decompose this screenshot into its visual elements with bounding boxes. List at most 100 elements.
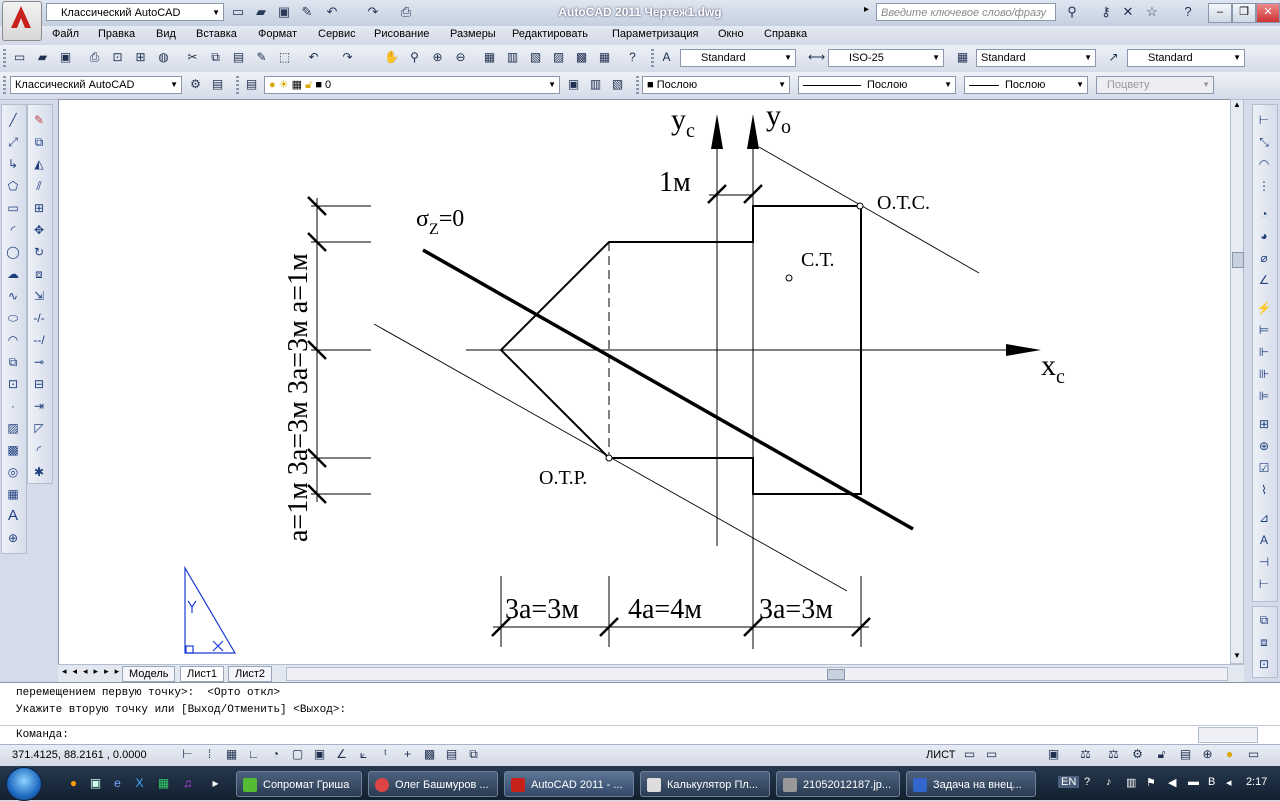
- design-center-icon[interactable]: ▥: [505, 50, 520, 65]
- angular-dimension-icon[interactable]: ∠: [1256, 272, 1272, 288]
- calculator-icon[interactable]: ▦: [156, 776, 171, 791]
- toolbar-grip[interactable]: [236, 76, 239, 95]
- line-icon[interactable]: ╱: [5, 112, 21, 128]
- area-icon[interactable]: ⧈: [1256, 634, 1272, 650]
- gradient-icon[interactable]: ▩: [5, 442, 21, 458]
- menu-view[interactable]: Вид: [156, 28, 176, 40]
- ortho-mode-icon[interactable]: ∟: [246, 747, 261, 762]
- tab-model[interactable]: Модель: [122, 666, 176, 682]
- communication-icon[interactable]: ✕: [1120, 4, 1136, 20]
- baseline-dimension-icon[interactable]: ⊨: [1256, 322, 1272, 338]
- center-mark-icon[interactable]: ⊕: [1256, 438, 1272, 454]
- hatch-icon[interactable]: ▨: [5, 420, 21, 436]
- help-search-input[interactable]: Введите ключевое слово/фразу: [876, 3, 1056, 21]
- multiline-text-icon[interactable]: A: [5, 508, 21, 524]
- properties-icon[interactable]: ▦: [482, 50, 497, 65]
- explorer-icon[interactable]: ▣: [88, 776, 103, 791]
- markup-icon[interactable]: ▩: [574, 50, 589, 65]
- tab-navigation-arrows[interactable]: ◂◂◂▸▸▸: [62, 666, 125, 677]
- binoculars-icon[interactable]: ⚲: [1064, 4, 1080, 20]
- jogged-linear-icon[interactable]: ⌇: [1256, 482, 1272, 498]
- scroll-down-icon[interactable]: ▼: [1231, 651, 1243, 663]
- layer-manager-icon[interactable]: ▤: [244, 77, 259, 92]
- join-icon[interactable]: ⇥: [31, 398, 47, 414]
- toolbar-grip[interactable]: [651, 49, 654, 68]
- drawing-canvas[interactable]: σZ=0 yc yo xc 1м О.Т.С. С.Т. О.Т.Р. a=1м…: [58, 99, 1232, 666]
- infer-constraints-icon[interactable]: ⊢: [180, 747, 195, 762]
- plot-preview-icon[interactable]: ⊡: [110, 50, 125, 65]
- application-menu-button[interactable]: [2, 1, 42, 41]
- layer-select[interactable]: ● ☀ ▦ 🔓︎ ■ 0 ▼: [264, 76, 560, 94]
- open-file-icon[interactable]: ▰: [253, 4, 269, 20]
- break-at-point-icon[interactable]: ⊸: [31, 354, 47, 370]
- dimension-edit-icon[interactable]: ⊿: [1256, 510, 1272, 526]
- lock-ui-icon[interactable]: 🔓︎: [1154, 747, 1169, 762]
- grid-display-icon[interactable]: ▦: [224, 747, 239, 762]
- start-button[interactable]: [6, 767, 42, 801]
- new-icon[interactable]: ▭: [12, 50, 27, 65]
- object-snap-tracking-icon[interactable]: ∠: [334, 747, 349, 762]
- undo-icon[interactable]: ↶: [324, 4, 340, 20]
- dimension-style-icon[interactable]: ⊢: [1256, 576, 1272, 592]
- menu-format[interactable]: Формат: [258, 28, 297, 40]
- quick-dimension-icon[interactable]: ⚡: [1256, 300, 1272, 316]
- zoom-previous-icon[interactable]: ⊖: [453, 50, 468, 65]
- jogged-dimension-icon[interactable]: ◕: [1256, 228, 1272, 244]
- isolate-objects-icon[interactable]: ⊕: [1200, 747, 1215, 762]
- help-icon[interactable]: ?: [1180, 4, 1196, 20]
- dimension-break-icon[interactable]: ⊫: [1256, 388, 1272, 404]
- make-layer-current-icon[interactable]: ▣: [566, 77, 581, 92]
- horizontal-scrollbar[interactable]: [286, 667, 1228, 681]
- star-icon[interactable]: ☆: [1144, 4, 1160, 20]
- copy-object-icon[interactable]: ⧉: [31, 134, 47, 150]
- 3d-dwf-icon[interactable]: ◍: [156, 50, 171, 65]
- task-item-6[interactable]: Задача на внец...: [906, 771, 1036, 797]
- redo-icon[interactable]: ↷: [365, 4, 381, 20]
- dimension-update-icon[interactable]: ⊣: [1256, 554, 1272, 570]
- continue-dimension-icon[interactable]: ⊩: [1256, 344, 1272, 360]
- menu-edit[interactable]: Правка: [98, 28, 135, 40]
- clock[interactable]: 2:17: [1246, 776, 1267, 788]
- redo-icon[interactable]: ↷: [340, 50, 355, 65]
- toolbar-grip[interactable]: [3, 76, 6, 95]
- chevron-right-icon[interactable]: ▸: [864, 4, 874, 15]
- sheet-set-icon[interactable]: ▨: [551, 50, 566, 65]
- ellipse-arc-icon[interactable]: ◠: [5, 332, 21, 348]
- cut-icon[interactable]: ✂: [185, 50, 200, 65]
- layout-indicator[interactable]: ЛИСТ: [926, 749, 955, 761]
- clean-screen-icon[interactable]: ▭: [1246, 747, 1261, 762]
- rectangle-icon[interactable]: ▭: [5, 200, 21, 216]
- save-icon[interactable]: ▣: [58, 50, 73, 65]
- list-icon[interactable]: ⊡: [1256, 656, 1272, 672]
- move-icon[interactable]: ✥: [31, 222, 47, 238]
- inspection-icon[interactable]: ☑: [1256, 460, 1272, 476]
- point-icon[interactable]: ·: [5, 398, 21, 414]
- block-editor-icon[interactable]: ⬚: [277, 50, 292, 65]
- ie-icon[interactable]: e: [110, 776, 125, 791]
- insert-block-icon[interactable]: ⧉: [5, 354, 21, 370]
- dim-style-select[interactable]: ISO-25 ▼: [828, 49, 944, 67]
- vertical-scrollbar[interactable]: ▲ ▼: [1230, 99, 1244, 664]
- workspace-select[interactable]: Классический AutoCAD ▼: [10, 76, 182, 94]
- vk-icon[interactable]: B: [1208, 776, 1215, 788]
- lightbulb-icon[interactable]: ●: [1222, 747, 1237, 762]
- array-icon[interactable]: ⊞: [31, 200, 47, 216]
- quick-view-layouts-icon[interactable]: ▭: [962, 747, 977, 762]
- show-more-icon[interactable]: ▸: [208, 776, 223, 791]
- task-item-4[interactable]: Калькулятор Пл...: [640, 771, 770, 797]
- color-select[interactable]: ■ Послою ▼: [642, 76, 790, 94]
- undo-icon[interactable]: ↶: [306, 50, 321, 65]
- construction-line-icon[interactable]: ⤢: [5, 134, 21, 150]
- annotation-visibility-icon[interactable]: ⚖: [1106, 747, 1121, 762]
- menu-dimension[interactable]: Размеры: [450, 28, 496, 40]
- rotate-icon[interactable]: ↻: [31, 244, 47, 260]
- menu-file[interactable]: Файл: [52, 28, 79, 40]
- excel-icon[interactable]: X: [132, 776, 147, 791]
- spline-icon[interactable]: ∿: [5, 288, 21, 304]
- publish-icon[interactable]: ⊞: [133, 50, 148, 65]
- table-style-select[interactable]: Standard ▼: [976, 49, 1096, 67]
- workspace-settings-icon[interactable]: ⚙: [188, 77, 203, 92]
- dimension-text-edit-icon[interactable]: A: [1256, 532, 1272, 548]
- task-item-1[interactable]: Сопромат Гриша: [236, 771, 362, 797]
- network-icon[interactable]: ▥: [1126, 776, 1136, 789]
